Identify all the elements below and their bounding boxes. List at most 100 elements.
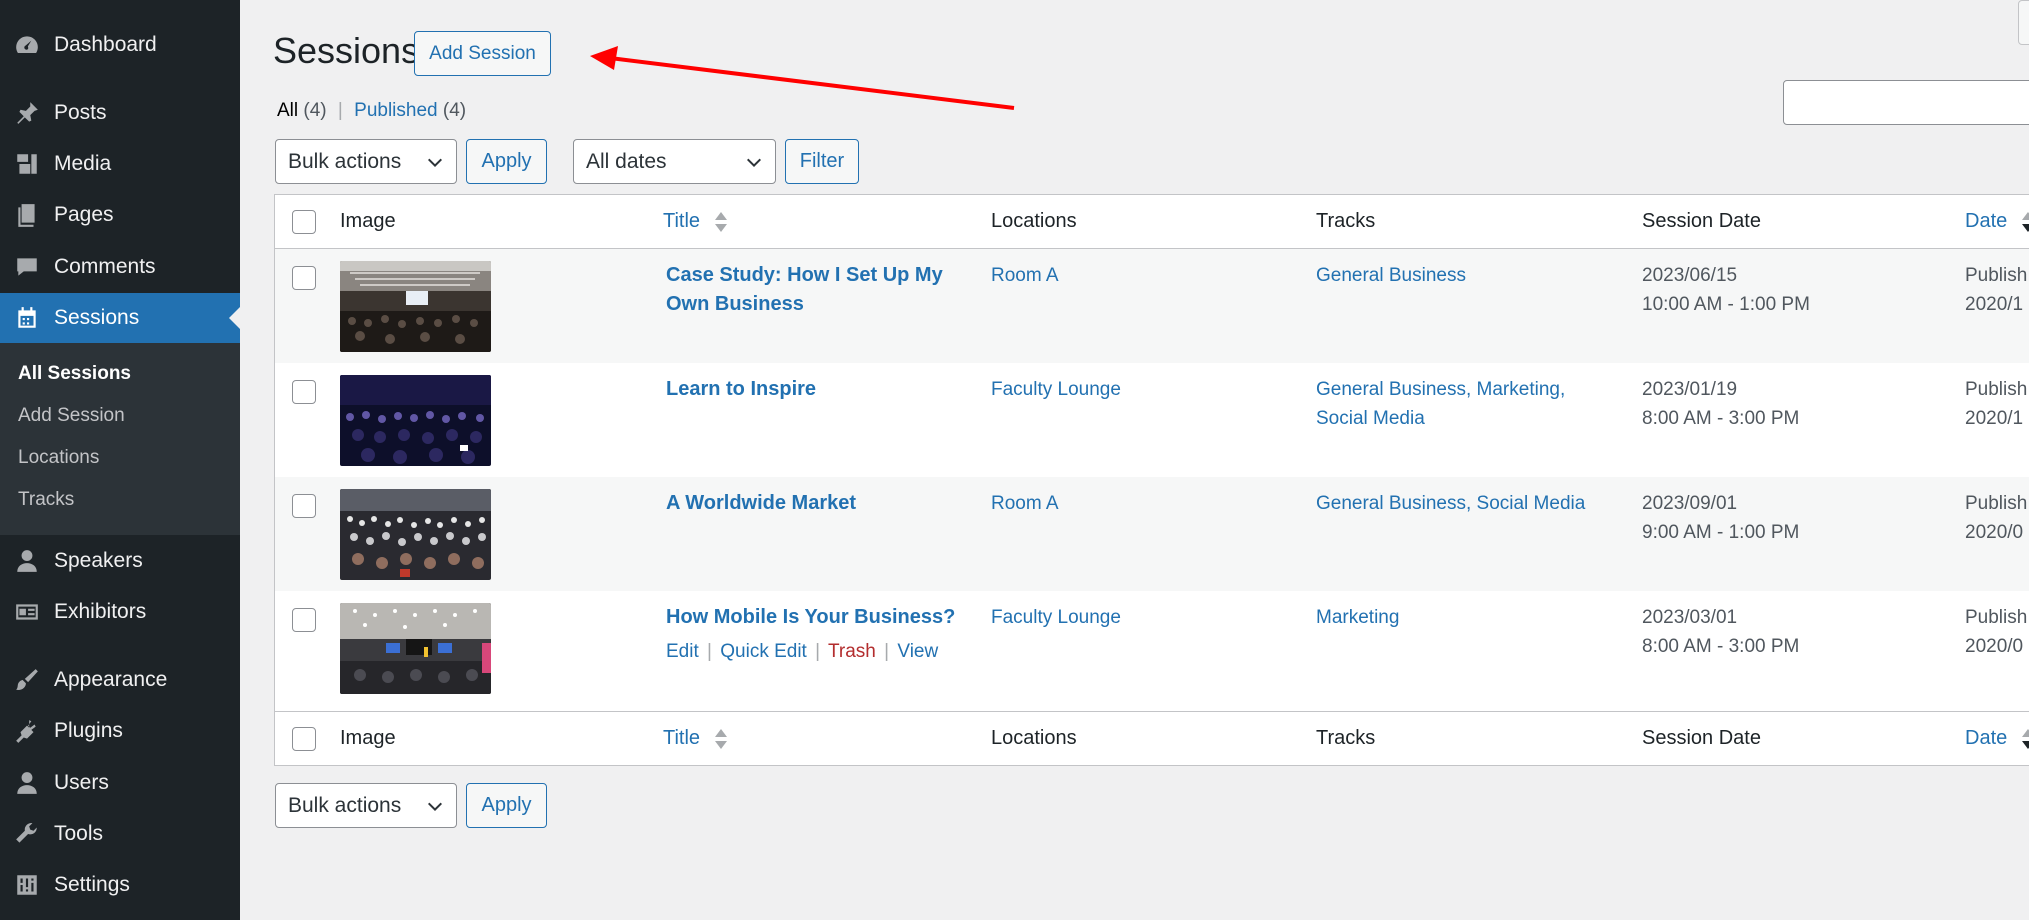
edit-link[interactable]: Edit (666, 641, 699, 662)
session-title-line: How Mobile Is Your Business? (666, 606, 956, 628)
session-title-line: Own Business (666, 293, 804, 315)
sidebar-item-users[interactable]: Users (0, 758, 240, 808)
session-title-line: Case Study: How I Set Up My (666, 264, 943, 286)
session-time: 8:00 AM - 3:00 PM (1642, 408, 1800, 429)
media-icon (13, 150, 41, 178)
chevron-down-icon (746, 158, 762, 168)
wrench-icon (13, 820, 41, 848)
column-footer-date[interactable]: Date (1965, 727, 2029, 750)
quick-edit-link[interactable]: Quick Edit (720, 641, 807, 662)
user-icon (13, 547, 41, 575)
row-checkbox[interactable] (292, 266, 316, 290)
session-thumbnail[interactable] (340, 489, 491, 580)
location-link[interactable]: Room A (991, 489, 1059, 518)
view-all-link[interactable]: All (277, 100, 298, 121)
sidebar-item-posts[interactable]: Posts (0, 88, 240, 138)
sidebar-item-exhibitors[interactable]: Exhibitors (0, 587, 240, 637)
session-thumbnail[interactable] (340, 375, 491, 466)
view-all-count: (4) (303, 100, 327, 121)
submenu-locations[interactable]: Locations (18, 447, 99, 469)
session-date: 2023/09/01 (1642, 493, 1738, 514)
sort-icon (714, 728, 727, 749)
session-title-link[interactable]: Case Study: How I Set Up My Own Business (666, 261, 966, 319)
session-title-link[interactable]: Learn to Inspire (666, 375, 966, 404)
sort-icon (714, 211, 727, 232)
sidebar-item-appearance[interactable]: Appearance (0, 655, 240, 705)
crowd-image (340, 489, 491, 580)
session-thumbnail[interactable] (340, 261, 491, 352)
screen-options-button[interactable] (2018, 0, 2029, 45)
submenu-add-session[interactable]: Add Session (18, 405, 125, 427)
row-actions: Edit | Quick Edit | Trash | View (666, 641, 938, 663)
row-action-separator: | (815, 641, 821, 662)
location-link[interactable]: Faculty Lounge (991, 603, 1121, 632)
session-time: 9:00 AM - 1:00 PM (1642, 522, 1800, 543)
tracks-link[interactable]: General Business, Marketing, (1316, 375, 1565, 404)
submenu-tracks[interactable]: Tracks (18, 489, 74, 511)
session-thumbnail[interactable] (340, 603, 491, 694)
select-all-checkbox[interactable] (292, 727, 316, 751)
filter-button[interactable]: Filter (785, 139, 859, 184)
id-card-icon (13, 598, 41, 626)
calendar-icon (13, 304, 41, 332)
add-session-button[interactable]: Add Session (414, 31, 551, 76)
session-date: 2023/01/19 (1642, 379, 1738, 400)
trash-link[interactable]: Trash (828, 641, 876, 662)
tracks-link[interactable]: Marketing (1316, 603, 1399, 632)
column-footer-title-label: Title (663, 727, 701, 749)
bulk-actions-select[interactable]: Bulk actions (275, 139, 457, 184)
column-header-title-label: Title (663, 210, 701, 232)
sidebar-item-label: Speakers (54, 549, 143, 572)
audience-image (340, 375, 491, 466)
session-title-link[interactable]: A Worldwide Market (666, 489, 966, 518)
view-published-link[interactable]: Published (354, 100, 437, 121)
sidebar-item-tools[interactable]: Tools (0, 809, 240, 859)
column-header-date[interactable]: Date (1965, 210, 2029, 233)
location-link[interactable]: Faculty Lounge (991, 375, 1121, 404)
location-link[interactable]: Room A (991, 261, 1059, 290)
sidebar-item-sessions[interactable]: Sessions (0, 293, 240, 343)
sidebar-item-plugins[interactable]: Plugins (0, 706, 240, 756)
sidebar-item-label: Exhibitors (54, 600, 147, 623)
sidebar-item-comments[interactable]: Comments (0, 242, 240, 292)
column-header-title[interactable]: Title (663, 210, 728, 233)
sidebar-item-media[interactable]: Media (0, 139, 240, 189)
sidebar-item-dashboard[interactable]: Dashboard (0, 20, 240, 70)
column-footer-title[interactable]: Title (663, 727, 728, 750)
tracks-link[interactable]: General Business, Social Media (1316, 489, 1585, 518)
publish-status: Publish (1965, 607, 2028, 628)
sidebar-item-label: Plugins (54, 719, 123, 742)
apply-button-bottom[interactable]: Apply (466, 783, 547, 828)
tracks-link[interactable]: Social Media (1316, 404, 1425, 433)
sidebar-item-settings[interactable]: Settings (0, 860, 240, 910)
session-time: 8:00 AM - 3:00 PM (1642, 636, 1800, 657)
table-row: Learn to Inspire Faculty Lounge General … (275, 363, 2029, 477)
user-icon (13, 769, 41, 797)
column-footer-image: Image (340, 727, 396, 749)
sidebar-item-pages[interactable]: Pages (0, 190, 240, 240)
select-all-checkbox[interactable] (292, 210, 316, 234)
view-link[interactable]: View (897, 641, 938, 662)
stage-image (340, 603, 491, 694)
publish-date: 2020/0 (1965, 522, 2024, 543)
tracks-link[interactable]: General Business (1316, 261, 1466, 290)
sidebar-item-label: Sessions (54, 306, 140, 329)
bulk-actions-select-bottom[interactable]: Bulk actions (275, 783, 457, 828)
session-title-link[interactable]: How Mobile Is Your Business? (666, 603, 986, 632)
brush-icon (13, 666, 41, 694)
sidebar-item-speakers[interactable]: Speakers (0, 536, 240, 586)
column-header-date-label: Date (1965, 210, 2008, 232)
row-checkbox[interactable] (292, 380, 316, 404)
publish-date: 2020/1 (1965, 408, 2024, 429)
row-checkbox[interactable] (292, 494, 316, 518)
submenu-all-sessions[interactable]: All Sessions (18, 363, 131, 385)
sessions-submenu: All Sessions Add Session Locations Track… (0, 343, 240, 535)
row-action-separator: | (707, 641, 712, 662)
search-input[interactable] (1783, 80, 2029, 125)
apply-button[interactable]: Apply (466, 139, 547, 184)
sidebar-item-label: Dashboard (54, 33, 157, 56)
dates-filter-select[interactable]: All dates (573, 139, 776, 184)
view-separator: | (337, 100, 343, 121)
pages-icon (13, 201, 41, 229)
row-checkbox[interactable] (292, 608, 316, 632)
